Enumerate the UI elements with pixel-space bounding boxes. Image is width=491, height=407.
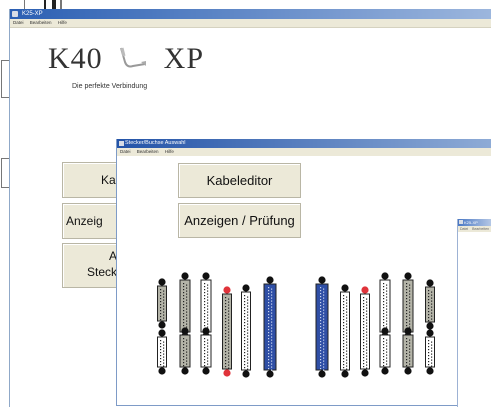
connector-screw: [181, 272, 189, 280]
connector-screw: [381, 272, 389, 280]
menu-hilfe[interactable]: Hilfe: [58, 20, 67, 25]
k40-logo: K40 XP: [48, 42, 204, 76]
connector-body: [241, 291, 251, 371]
connector-body: [263, 283, 277, 371]
connector-body: [379, 279, 391, 333]
main-window-title: K25-XP: [22, 11, 43, 17]
connector-selection-window: Stecker/Buchse Auswahl Datei Bearbeiten …: [116, 139, 491, 406]
logo-right-text: XP: [163, 42, 205, 75]
connector-body: [200, 334, 212, 368]
connector-icon[interactable]: [425, 279, 435, 330]
connector-body: [340, 291, 350, 371]
connector-screw: [158, 278, 166, 286]
anzeigen-button-main[interactable]: Anzeig: [62, 203, 120, 239]
connector-screw: [266, 276, 274, 284]
connector-icon[interactable]: [340, 284, 350, 378]
connector-screw: [318, 276, 326, 284]
connector-screw: [341, 370, 349, 378]
connector-icon[interactable]: [222, 286, 232, 377]
third-window-titlebar[interactable]: K25-XP: [458, 219, 491, 226]
connector-screw: [266, 370, 274, 378]
connector-screw: [426, 279, 434, 287]
connector-body: [222, 293, 232, 370]
third-window-menubar: Datei Bearbeiten: [458, 226, 491, 232]
third-window-title: K25-XP: [464, 220, 478, 225]
connector-screw: [223, 369, 231, 377]
connector-screw: [242, 370, 250, 378]
connector-screw: [181, 367, 189, 375]
connector-screw: [404, 272, 412, 280]
connector-gallery: [157, 272, 435, 378]
menu-bearbeiten[interactable]: Bearbeiten: [472, 227, 489, 231]
connector-screw: [202, 272, 210, 280]
menu-bearbeiten[interactable]: Bearbeiten: [30, 20, 52, 25]
connector-body: [200, 279, 212, 333]
third-window: K25-XP Datei Bearbeiten: [457, 219, 491, 407]
connector-icon[interactable]: [360, 286, 370, 377]
connector-icon[interactable]: [200, 327, 212, 375]
cable-logo-icon: [120, 47, 147, 68]
stecker-auswahl-button-main[interactable]: A Stecke: [62, 243, 124, 288]
connector-screw: [341, 284, 349, 292]
connector-icon[interactable]: [402, 327, 414, 375]
connector-icon[interactable]: [157, 278, 167, 329]
main-window-menubar: Datei Bearbeiten Hilfe: [10, 19, 491, 28]
connector-screw: [202, 367, 210, 375]
connector-screw: [426, 367, 434, 375]
connector-screw: [158, 367, 166, 375]
app-icon: [459, 220, 463, 224]
logo-left-text: K40: [48, 42, 103, 75]
connector-body: [425, 336, 435, 368]
connector-body: [157, 336, 167, 368]
connector-body: [315, 283, 329, 371]
connector-body: [379, 334, 391, 368]
app-icon: [12, 11, 18, 17]
connector-body: [402, 279, 414, 333]
connector-icon[interactable]: [179, 327, 191, 375]
connector-screw: [381, 367, 389, 375]
connector-screw: [361, 369, 369, 377]
connector-body: [179, 334, 191, 368]
connector-screw: [361, 286, 369, 294]
connector-screw: [381, 327, 389, 335]
connector-icon[interactable]: [379, 327, 391, 375]
connector-icon[interactable]: [157, 329, 167, 375]
connector-body: [360, 293, 370, 370]
connector-screw: [426, 322, 434, 330]
connector-screw: [242, 284, 250, 292]
background-desktop-left: [0, 40, 10, 380]
kabeleditor-button-main[interactable]: Ka: [62, 162, 120, 198]
menu-datei[interactable]: Datei: [460, 227, 468, 231]
connector-screw: [318, 370, 326, 378]
connector-screw: [158, 329, 166, 337]
connector-body: [179, 279, 191, 333]
connector-body: [157, 285, 167, 322]
connector-body: [425, 286, 435, 323]
connector-screw: [202, 327, 210, 335]
logo-tagline: Die perfekte Verbindung: [72, 83, 148, 90]
connector-screw: [223, 286, 231, 294]
connector-screw: [426, 329, 434, 337]
connector-screw: [404, 367, 412, 375]
menu-datei[interactable]: Datei: [13, 20, 24, 25]
connector-screw: [404, 327, 412, 335]
main-window-titlebar[interactable]: K25-XP: [10, 9, 491, 19]
connector-icon[interactable]: [315, 276, 329, 378]
button-label: Anzeig: [66, 214, 103, 228]
connector-icon[interactable]: [263, 276, 277, 378]
connector-screw: [158, 321, 166, 329]
connector-icon[interactable]: [425, 329, 435, 375]
button-label: Ka: [101, 173, 116, 187]
connector-icon[interactable]: [241, 284, 251, 378]
connector-body: [402, 334, 414, 368]
connector-screw: [181, 327, 189, 335]
